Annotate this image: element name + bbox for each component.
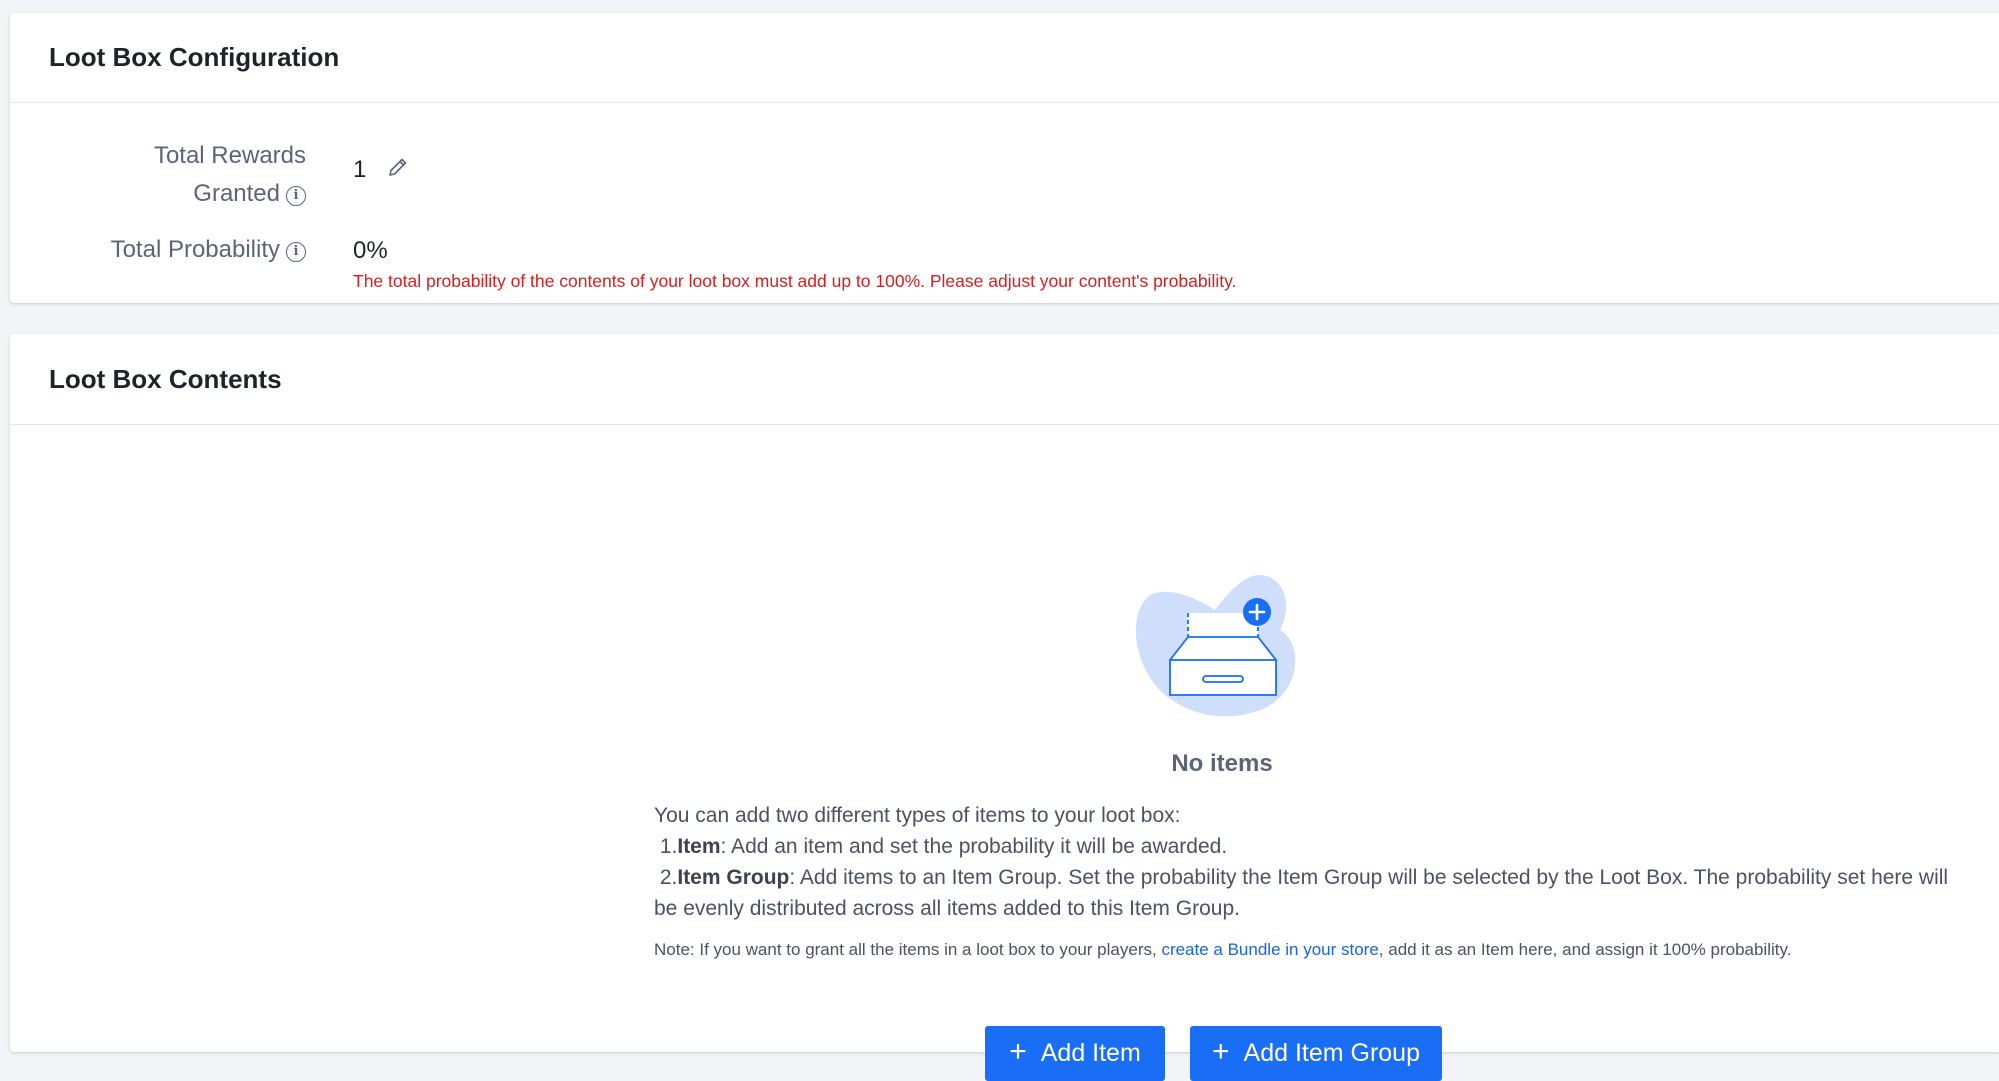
- note-text-before: Note: If you want to grant all the items…: [654, 940, 1162, 959]
- total-rewards-label: Total Rewards Granted i: [10, 137, 306, 213]
- configuration-header: Loot Box Configuration: [10, 13, 1999, 103]
- add-item-button[interactable]: + Add Item: [985, 1026, 1165, 1081]
- plus-icon: +: [1211, 1035, 1230, 1068]
- note-text-after: , add it as an Item here, and assign it …: [1378, 940, 1792, 959]
- loot-box-contents-card: Loot Box Contents No items You can add t…: [10, 334, 1999, 1081]
- total-probability-label: Total Probability i: [10, 231, 306, 269]
- probability-error-message: The total probability of the contents of…: [353, 271, 1237, 291]
- item-group-description: 2.Item Group: Add items to an Item Group…: [654, 862, 1974, 924]
- contents-header: Loot Box Contents: [10, 334, 1999, 425]
- total-probability-label-text: Total Probability: [110, 236, 280, 263]
- configuration-title: Loot Box Configuration: [49, 42, 340, 72]
- item-group-term: Item Group: [677, 866, 790, 889]
- empty-state-title: No items: [1171, 750, 1273, 777]
- item-group-text: : Add items to an Item Group. Set the pr…: [654, 866, 1949, 920]
- total-rewards-value: 1: [353, 156, 367, 183]
- item-description: 1.Item: Add an item and set the probabil…: [654, 831, 1974, 862]
- plus-icon: +: [1009, 1035, 1027, 1068]
- add-item-group-label: Add Item Group: [1243, 1039, 1420, 1067]
- empty-inbox-illustration: [1130, 575, 1310, 725]
- total-rewards-label-line2: Granted: [193, 180, 280, 207]
- create-bundle-link[interactable]: create a Bundle in your store: [1161, 940, 1378, 959]
- total-rewards-label-line1: Total Rewards: [153, 142, 306, 169]
- loot-box-configuration-card: Loot Box Configuration Total Rewards Gra…: [10, 13, 1999, 303]
- group-prefix: 2.: [659, 866, 678, 889]
- contents-title: Loot Box Contents: [49, 363, 282, 394]
- description-intro: You can add two different types of items…: [654, 804, 1181, 827]
- bundle-note: Note: If you want to grant all the items…: [654, 937, 1794, 963]
- item-text: : Add an item and set the probability it…: [720, 835, 1228, 858]
- info-icon[interactable]: i: [286, 186, 306, 206]
- info-icon[interactable]: i: [286, 242, 306, 262]
- empty-state-description: You can add two different types of items…: [654, 800, 1974, 924]
- item-prefix: 1.: [659, 835, 678, 858]
- total-probability-value: 0%: [353, 237, 388, 264]
- add-item-label: Add Item: [1040, 1039, 1141, 1067]
- item-term: Item: [677, 835, 721, 858]
- add-item-group-button[interactable]: + Add Item Group: [1190, 1026, 1442, 1081]
- pencil-icon[interactable]: [386, 155, 410, 179]
